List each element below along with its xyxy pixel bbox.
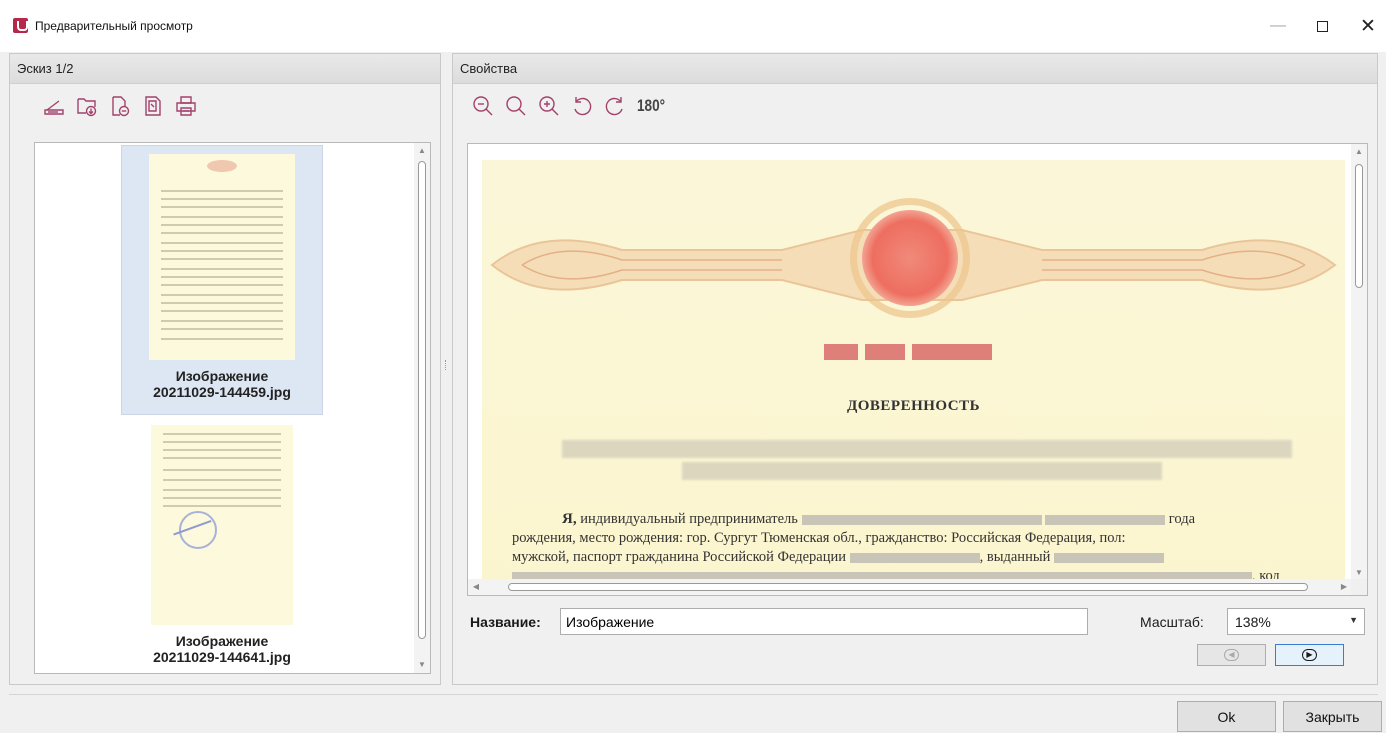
thumbnails-panel: Эскиз 1/2 Изображение 20211029-144459.jp…	[9, 53, 441, 685]
doc-line3: мужской, паспорт гражданина Российской Ф…	[512, 549, 847, 565]
maximize-icon	[1316, 20, 1328, 32]
next-icon: ▶	[1302, 649, 1317, 661]
thumbnail-name: Изображение 20211029-144641.jpg	[121, 625, 323, 665]
properties-header: Свойства	[453, 54, 1377, 84]
thumbnail-name-line1: Изображение	[175, 633, 269, 649]
name-label: Название:	[470, 614, 541, 630]
thumbnail-name-line1: Изображение	[175, 368, 269, 384]
thumbnail-image	[151, 425, 293, 625]
rotate-right-icon[interactable]	[603, 94, 627, 118]
window-title: Предварительный просмотр	[35, 19, 193, 33]
thumbnail-name: Изображение 20211029-144459.jpg	[122, 360, 322, 400]
redacted-stamp	[824, 344, 1002, 362]
zoom-fit-icon[interactable]	[504, 94, 528, 118]
chevron-down-icon: ▼	[1349, 615, 1358, 625]
scroll-corner	[1351, 579, 1367, 595]
scale-value: 138%	[1235, 614, 1271, 630]
redacted-line	[682, 462, 1162, 480]
doc-line1: индивидуальный предприниматель	[576, 511, 798, 527]
panel-splitter[interactable]	[445, 360, 447, 370]
doc-line1-start: Я,	[562, 511, 577, 527]
scale-select[interactable]: 138% ▼	[1227, 608, 1365, 635]
title-bar: Предварительный просмотр — ✕	[0, 0, 1386, 52]
close-window-button[interactable]: ✕	[1348, 14, 1386, 38]
add-folder-icon[interactable]	[75, 94, 99, 118]
scrollbar-thumb[interactable]	[418, 161, 426, 639]
redacted-line	[562, 440, 1292, 458]
thumbnail-name-line2: 20211029-144641.jpg	[153, 649, 291, 665]
thumbnail-image	[149, 154, 295, 360]
scroll-right-icon[interactable]: ▶	[1336, 579, 1352, 595]
zoom-in-icon[interactable]	[537, 94, 561, 118]
document-image: ДОВЕРЕННОСТЬ Я, индивидуальный предприни…	[482, 160, 1345, 584]
doc-line3-mid: , выданный	[979, 549, 1051, 565]
rotate-left-icon[interactable]	[570, 94, 594, 118]
scanner-icon[interactable]	[42, 94, 66, 118]
thumbnail-name-line2: 20211029-144459.jpg	[153, 384, 291, 400]
scroll-up-icon[interactable]: ▲	[1351, 144, 1367, 160]
ok-button[interactable]: Ok	[1177, 701, 1276, 732]
document-paragraph: Я, индивидуальный предприниматель года р…	[512, 510, 1342, 586]
close-button[interactable]: Закрыть	[1283, 701, 1382, 732]
thumbnail-scrollbar[interactable]: ▲ ▼	[414, 143, 430, 673]
maximize-button[interactable]	[1302, 14, 1342, 38]
thumbnails-toolbar	[42, 94, 198, 118]
print-icon[interactable]	[174, 94, 198, 118]
previous-page-button[interactable]: ◀	[1197, 644, 1266, 666]
thumbnail-list[interactable]: Изображение 20211029-144459.jpg Изображе…	[34, 142, 431, 674]
remove-page-icon[interactable]	[108, 94, 132, 118]
scale-label: Масштаб:	[1140, 614, 1204, 630]
properties-panel: Свойства 180° ДОВЕРЕННОСТЬ Я, индивидуал…	[452, 53, 1378, 685]
previous-icon: ◀	[1224, 649, 1239, 661]
zoom-out-icon[interactable]	[471, 94, 495, 118]
scrollbar-thumb[interactable]	[1355, 164, 1363, 288]
preview-vertical-scrollbar[interactable]: ▲ ▼	[1351, 144, 1367, 581]
scrollbar-thumb[interactable]	[508, 583, 1308, 591]
thumbnail-item[interactable]: Изображение 20211029-144459.jpg	[121, 145, 323, 415]
emblem-icon	[862, 210, 958, 306]
app-icon	[13, 18, 28, 33]
copy-page-icon[interactable]	[141, 94, 165, 118]
rotate-180-button[interactable]: 180°	[637, 94, 665, 118]
doc-line1-end: года	[1168, 511, 1196, 527]
next-page-button[interactable]: ▶	[1275, 644, 1344, 666]
document-title: ДОВЕРЕННОСТЬ	[846, 398, 981, 414]
bottom-separator	[9, 694, 1378, 695]
preview-toolbar: 180°	[471, 94, 666, 118]
scroll-left-icon[interactable]: ◀	[468, 579, 484, 595]
thumbnail-item[interactable]: Изображение 20211029-144641.jpg	[121, 423, 323, 673]
preview-horizontal-scrollbar[interactable]: ◀ ▶	[468, 579, 1352, 595]
name-input[interactable]	[560, 608, 1088, 635]
doc-line2: рождения, место рождения: гор. Сургут Тю…	[512, 530, 1126, 546]
scroll-down-icon[interactable]: ▼	[414, 657, 430, 673]
minimize-button[interactable]: —	[1258, 14, 1298, 38]
document-preview[interactable]: ДОВЕРЕННОСТЬ Я, индивидуальный предприни…	[467, 143, 1368, 596]
thumbnails-header: Эскиз 1/2	[10, 54, 440, 84]
scroll-up-icon[interactable]: ▲	[414, 143, 430, 159]
